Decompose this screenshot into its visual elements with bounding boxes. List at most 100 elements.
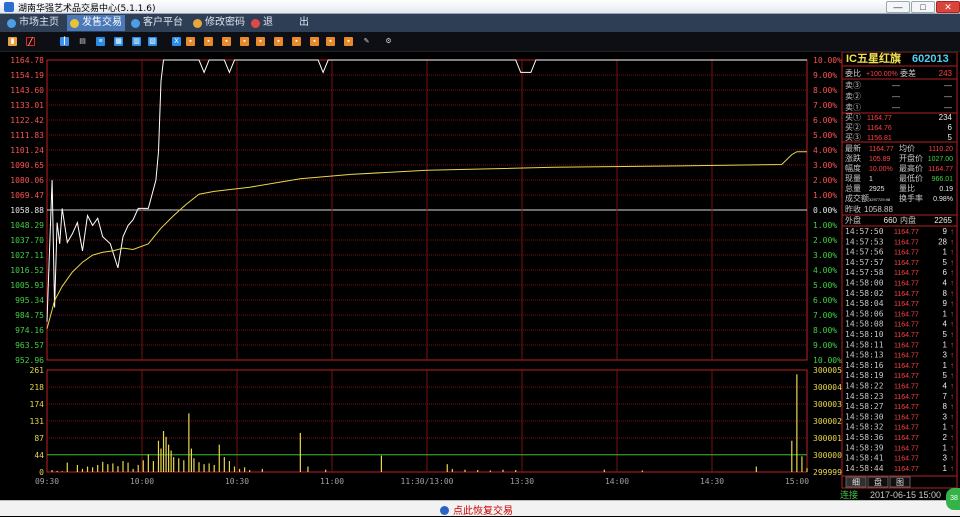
tick-volume: 3 [943, 412, 948, 421]
tick-time: 14:58:04 [845, 299, 884, 308]
tick-volume: 1 [943, 309, 948, 318]
tick-price: 1164.77 [894, 414, 919, 421]
tick-time: 14:58:44 [845, 464, 884, 473]
up-arrow-icon: ↑ [950, 464, 954, 473]
tick-price: 1164.77 [894, 229, 919, 236]
tick-price: 1164.77 [894, 322, 919, 329]
list-icon[interactable]: ≡ [96, 37, 105, 46]
chart-icon[interactable]: ▧ [148, 37, 157, 46]
excel-icon[interactable]: X [172, 37, 181, 46]
stat-label: 量比 [899, 183, 915, 193]
tool-b-icon[interactable]: ▪ [204, 37, 213, 46]
y-tick-label: 1069.47 [10, 191, 44, 200]
tool-i-icon[interactable]: ▪ [326, 37, 335, 46]
tool-a-icon[interactable]: ▪ [186, 37, 195, 46]
tick-volume: 1 [943, 464, 948, 473]
tool-d-icon[interactable]: ▪ [240, 37, 249, 46]
menu-item-2[interactable]: 客户平台 [128, 15, 188, 31]
y-tick-label: 1143.60 [10, 86, 44, 95]
stat-value: 1164.77 [869, 146, 894, 153]
maximize-button[interactable]: □ [911, 1, 935, 13]
up-arrow-icon: ↑ [950, 227, 954, 236]
menu-item-0[interactable]: 市场主页 [4, 15, 64, 31]
tick-volume: 1 [943, 443, 948, 452]
buy-level-label: 买③ [845, 133, 861, 142]
tick-price: 1164.77 [894, 260, 919, 267]
tool-g-icon[interactable]: ▪ [292, 37, 301, 46]
tool-h-icon[interactable]: ▪ [310, 37, 319, 46]
tick-time: 14:57:50 [845, 227, 884, 236]
menu-item-4[interactable]: 退 [248, 15, 278, 31]
y-tick-label: 1090.65 [10, 161, 44, 170]
prev-close-value: 1058.88 [864, 205, 893, 214]
y-pct-tick-label: 1.00% [813, 221, 837, 230]
tick-price: 1164.77 [894, 342, 919, 349]
x-tick-label: 15:00 [785, 477, 809, 486]
sell-level-volume: — [944, 103, 952, 112]
line-chart-icon[interactable]: ╱ [26, 37, 35, 46]
inner-value: 2265 [934, 216, 952, 225]
tick-price: 1164.77 [894, 425, 919, 432]
menu-item-label: 客户平台 [143, 17, 183, 28]
buy-level-label: 买① [845, 113, 861, 122]
buy-level-label: 买② [845, 123, 861, 132]
sell-level-volume: — [944, 92, 952, 101]
stat-label: 均价 [899, 143, 915, 153]
buy-level-price: 1164.76 [867, 125, 892, 132]
y-pct-tick-label: 6.00% [813, 296, 837, 305]
up-arrow-icon: ↑ [950, 382, 954, 391]
y-pct-tick-label: 5.00% [813, 131, 837, 140]
tick-price: 1164.77 [894, 239, 919, 246]
grid-icon[interactable]: ▦ [114, 37, 123, 46]
draw-icon[interactable]: ✎ [362, 37, 371, 46]
minimize-button[interactable]: — [886, 1, 910, 13]
menu-item-1[interactable]: 发售交易 [67, 15, 125, 31]
stat-value: 0.98% [933, 196, 953, 203]
menu-item-3[interactable]: 修改密码 [190, 15, 246, 31]
tool-e-icon[interactable]: ▪ [256, 37, 265, 46]
tick-time: 14:58:19 [845, 371, 884, 380]
buy-level-volume: 234 [939, 113, 953, 122]
side-badge[interactable]: 38 [946, 488, 960, 510]
tick-volume: 3 [943, 454, 948, 463]
stat-value: 0.19 [939, 186, 953, 193]
power-icon [251, 19, 260, 28]
close-button[interactable]: ✕ [936, 1, 960, 13]
tool-j-icon[interactable]: ▪ [344, 37, 353, 46]
x-tick-label: 11:00 [320, 477, 344, 486]
volume-right-tick-label: 299999 [813, 468, 842, 477]
volume-right-tick-label: 300001 [813, 434, 842, 443]
report-icon[interactable]: ▥ [132, 37, 141, 46]
tick-volume: 5 [943, 258, 948, 267]
resume-trading-label: 点此恢复交易 [453, 506, 513, 517]
tick-volume: 8 [943, 289, 948, 298]
menu-item-5[interactable]: 出 [284, 15, 309, 31]
y-pct-tick-label: 5.00% [813, 281, 837, 290]
x-tick-label: 13:30 [510, 477, 534, 486]
table-icon[interactable]: ▤ [78, 37, 87, 46]
up-arrow-icon: ↑ [950, 412, 954, 421]
app-window: 湖南华强艺术品交易中心(5.1.1.6) — □ ✕ 市场主页 发售交易 客户平台 修… [0, 0, 960, 517]
menu-item-label: 市场主页 [19, 17, 59, 28]
stat-label: 涨跌 [845, 153, 861, 163]
key-icon [193, 19, 202, 28]
tool-c-icon[interactable]: ▪ [222, 37, 231, 46]
tick-price: 1164.77 [894, 466, 919, 473]
globe-icon [7, 19, 16, 28]
tick-price: 1164.77 [894, 250, 919, 257]
globe-icon [131, 19, 140, 28]
menu-item-label: 发售交易 [82, 17, 122, 28]
order-ratio-value: +100.00% [866, 71, 898, 78]
title-bar: 湖南华强艺术品交易中心(5.1.1.6) — □ ✕ [0, 0, 960, 14]
stat-label: 最高价 [899, 163, 923, 173]
y-pct-tick-label: 9.00% [813, 71, 837, 80]
candle-chart-icon[interactable]: ┃ [60, 37, 69, 46]
tick-price: 1164.77 [894, 291, 919, 298]
bar-chart-icon[interactable]: ▮ [8, 37, 17, 46]
up-arrow-icon: ↑ [950, 423, 954, 432]
resume-trading-link[interactable]: 点此恢复交易 [440, 502, 513, 517]
tool-f-icon[interactable]: ▪ [274, 37, 283, 46]
volume-right-tick-label: 300003 [813, 400, 842, 409]
gear-icon[interactable]: ⚙ [384, 37, 393, 46]
up-arrow-icon: ↑ [950, 433, 954, 442]
